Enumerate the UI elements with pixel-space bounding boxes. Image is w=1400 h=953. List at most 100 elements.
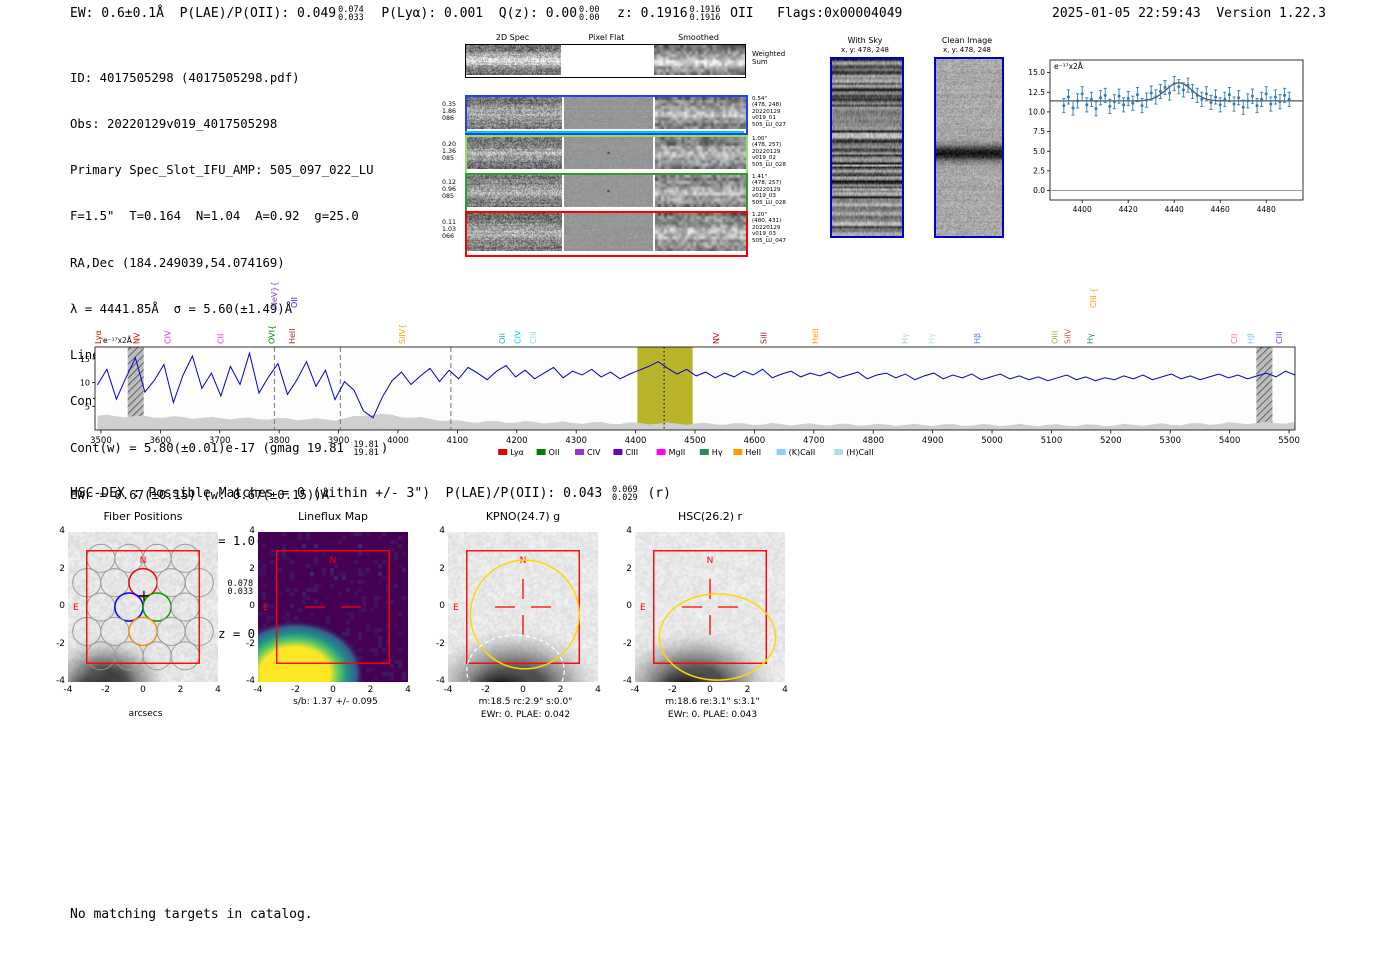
east-label: E bbox=[640, 603, 646, 613]
east-label: E bbox=[263, 603, 269, 613]
y-tick-label: 15 bbox=[80, 355, 90, 364]
pixelflat-image bbox=[564, 137, 653, 169]
y-tick-label: 4 bbox=[626, 526, 632, 536]
smoothed-image bbox=[655, 97, 746, 129]
spectral-line-label: CII bbox=[216, 334, 225, 344]
x-tick-label: 5100 bbox=[1041, 436, 1063, 446]
row4-weights: 0.11 1.03 066 bbox=[442, 219, 457, 240]
data-point bbox=[1287, 97, 1291, 101]
spectral-line-label: CIII bbox=[1275, 331, 1284, 344]
timestamp-version: 2025-01-05 22:59:43 Version 1.22.3 bbox=[1052, 6, 1326, 21]
2dspec-image bbox=[467, 213, 562, 251]
data-point bbox=[1209, 100, 1213, 104]
x-tick-label: 4200 bbox=[506, 436, 528, 446]
x-tick-label: 2 bbox=[177, 685, 184, 695]
fiber-circle-green bbox=[142, 592, 172, 622]
spectral-line-label: OII bbox=[290, 297, 299, 308]
cyan-divider bbox=[465, 131, 744, 133]
data-point bbox=[1278, 100, 1282, 104]
data-point bbox=[1246, 99, 1250, 103]
x-tick-label: 3600 bbox=[150, 436, 172, 446]
fiber-circle-g bbox=[86, 641, 116, 671]
north-label: N bbox=[140, 556, 147, 566]
x-tick-label: 0 bbox=[707, 685, 713, 695]
panel-title: KPNO(24.7) g bbox=[485, 510, 561, 523]
fiber-circle-blue bbox=[114, 592, 144, 622]
data-point bbox=[1080, 92, 1084, 96]
spectral-line-label: OVI{ bbox=[267, 325, 276, 344]
fiber-positions-overlay: NE bbox=[72, 543, 214, 671]
fiber-circle-g bbox=[142, 641, 172, 671]
x-tick-label: 4100 bbox=[447, 436, 469, 446]
col-title-smoothed: Smoothed bbox=[678, 33, 719, 42]
x-tick-label: 0 bbox=[520, 685, 526, 695]
pixelflat-image bbox=[564, 213, 653, 251]
col-title-pixelflat: Pixel Flat bbox=[588, 33, 625, 42]
qz-error-range: 0.00 0.00 bbox=[579, 5, 600, 24]
legend-label: (H)CaII bbox=[846, 448, 873, 457]
fiber-circle-orange bbox=[128, 616, 158, 647]
y-tick-label: 0 bbox=[626, 601, 632, 611]
x-tick-label: -4 bbox=[63, 685, 73, 695]
y-tick-label: 2 bbox=[249, 563, 255, 574]
spectral-line-label: HeII bbox=[288, 328, 297, 344]
fiber-positions-panel: Fiber Positions NE arcsecs -4 -4 -2 -2 0 0 2 2 4… bbox=[43, 510, 248, 725]
y-tick-label: 0 bbox=[59, 601, 65, 611]
kpno-overlay: NE bbox=[453, 550, 580, 682]
spectral-line-label: CII bbox=[1230, 334, 1239, 344]
y-tick-label: -2 bbox=[623, 638, 632, 649]
x-tick-label: 4440 bbox=[1165, 205, 1184, 214]
x-tick-label: -2 bbox=[481, 685, 490, 695]
y-tick-label: 0 bbox=[249, 601, 255, 611]
header-ew-plae: EW: 0.6±0.1Å P(LAE)/P(OII): 0.049 bbox=[70, 6, 337, 22]
data-point bbox=[1126, 97, 1130, 101]
y-tick-label: 12.5 bbox=[1028, 88, 1045, 97]
east-label: E bbox=[73, 603, 79, 613]
north-label: N bbox=[330, 556, 337, 566]
x-tick-label: 4460 bbox=[1211, 205, 1230, 214]
legend-swatch bbox=[656, 449, 666, 455]
data-point bbox=[1108, 104, 1112, 108]
row1-annotation: 0.54" (478, 248) 20220129 v019_01 505_LU_027 bbox=[752, 96, 786, 128]
data-point bbox=[1168, 91, 1172, 95]
mag-caption: m:18.6 re:3.1" s:3.1" bbox=[665, 697, 760, 707]
aperture-circle bbox=[469, 559, 580, 670]
data-point bbox=[1191, 89, 1195, 93]
x-tick-label: 4 bbox=[595, 685, 601, 695]
fiber-circle-g bbox=[156, 568, 186, 598]
x-tick-label: 4400 bbox=[625, 436, 647, 446]
y-tick-label: 5 bbox=[85, 402, 90, 411]
x-tick-label: 5400 bbox=[1219, 436, 1241, 446]
x-tick-label: 2 bbox=[367, 685, 374, 695]
panel-title: Fiber Positions bbox=[103, 510, 183, 523]
col-title-2dspec: 2D Spec bbox=[495, 33, 530, 42]
weighted-2dspec-image bbox=[466, 45, 561, 75]
row3-annotation: 1.41" (478, 257) 20220129 v019_03 505_LU_028 bbox=[752, 174, 786, 206]
y-tick-label: 4 bbox=[249, 526, 255, 536]
panel-title: HSC(26.2) r bbox=[677, 510, 743, 523]
data-point bbox=[1241, 105, 1245, 109]
plot-bg bbox=[95, 347, 1295, 430]
mag-caption: m:18.5 rc:2.9" s:0.0" bbox=[478, 697, 573, 707]
y-axis-label: e⁻¹⁷x2Å bbox=[103, 336, 133, 345]
2dspec-image bbox=[467, 175, 562, 207]
aperture-ellipse bbox=[658, 593, 777, 681]
x-tick-label: -4 bbox=[443, 685, 453, 695]
clean-title: Clean Image bbox=[941, 36, 993, 45]
x-tick-label: -4 bbox=[253, 685, 263, 695]
data-point bbox=[1260, 97, 1264, 101]
y-tick-label: -2 bbox=[436, 638, 445, 649]
spec2d-row-1 bbox=[465, 95, 748, 135]
x-tick-label: 3800 bbox=[268, 436, 290, 446]
x-tick-label: 2 bbox=[744, 685, 751, 695]
fiber-circle-g bbox=[86, 592, 116, 622]
data-point bbox=[1255, 104, 1259, 108]
x-tick-label: 4 bbox=[405, 685, 411, 695]
data-point bbox=[1200, 97, 1204, 101]
x-tick-label: 2 bbox=[557, 685, 564, 695]
fiber-circle-g bbox=[170, 641, 200, 671]
y-axis-label: e⁻¹⁷x2Å bbox=[1054, 62, 1084, 71]
x-axis-label: arcsecs bbox=[128, 709, 163, 719]
y-tick-label: 10.0 bbox=[1028, 108, 1045, 117]
data-point bbox=[1099, 96, 1103, 100]
